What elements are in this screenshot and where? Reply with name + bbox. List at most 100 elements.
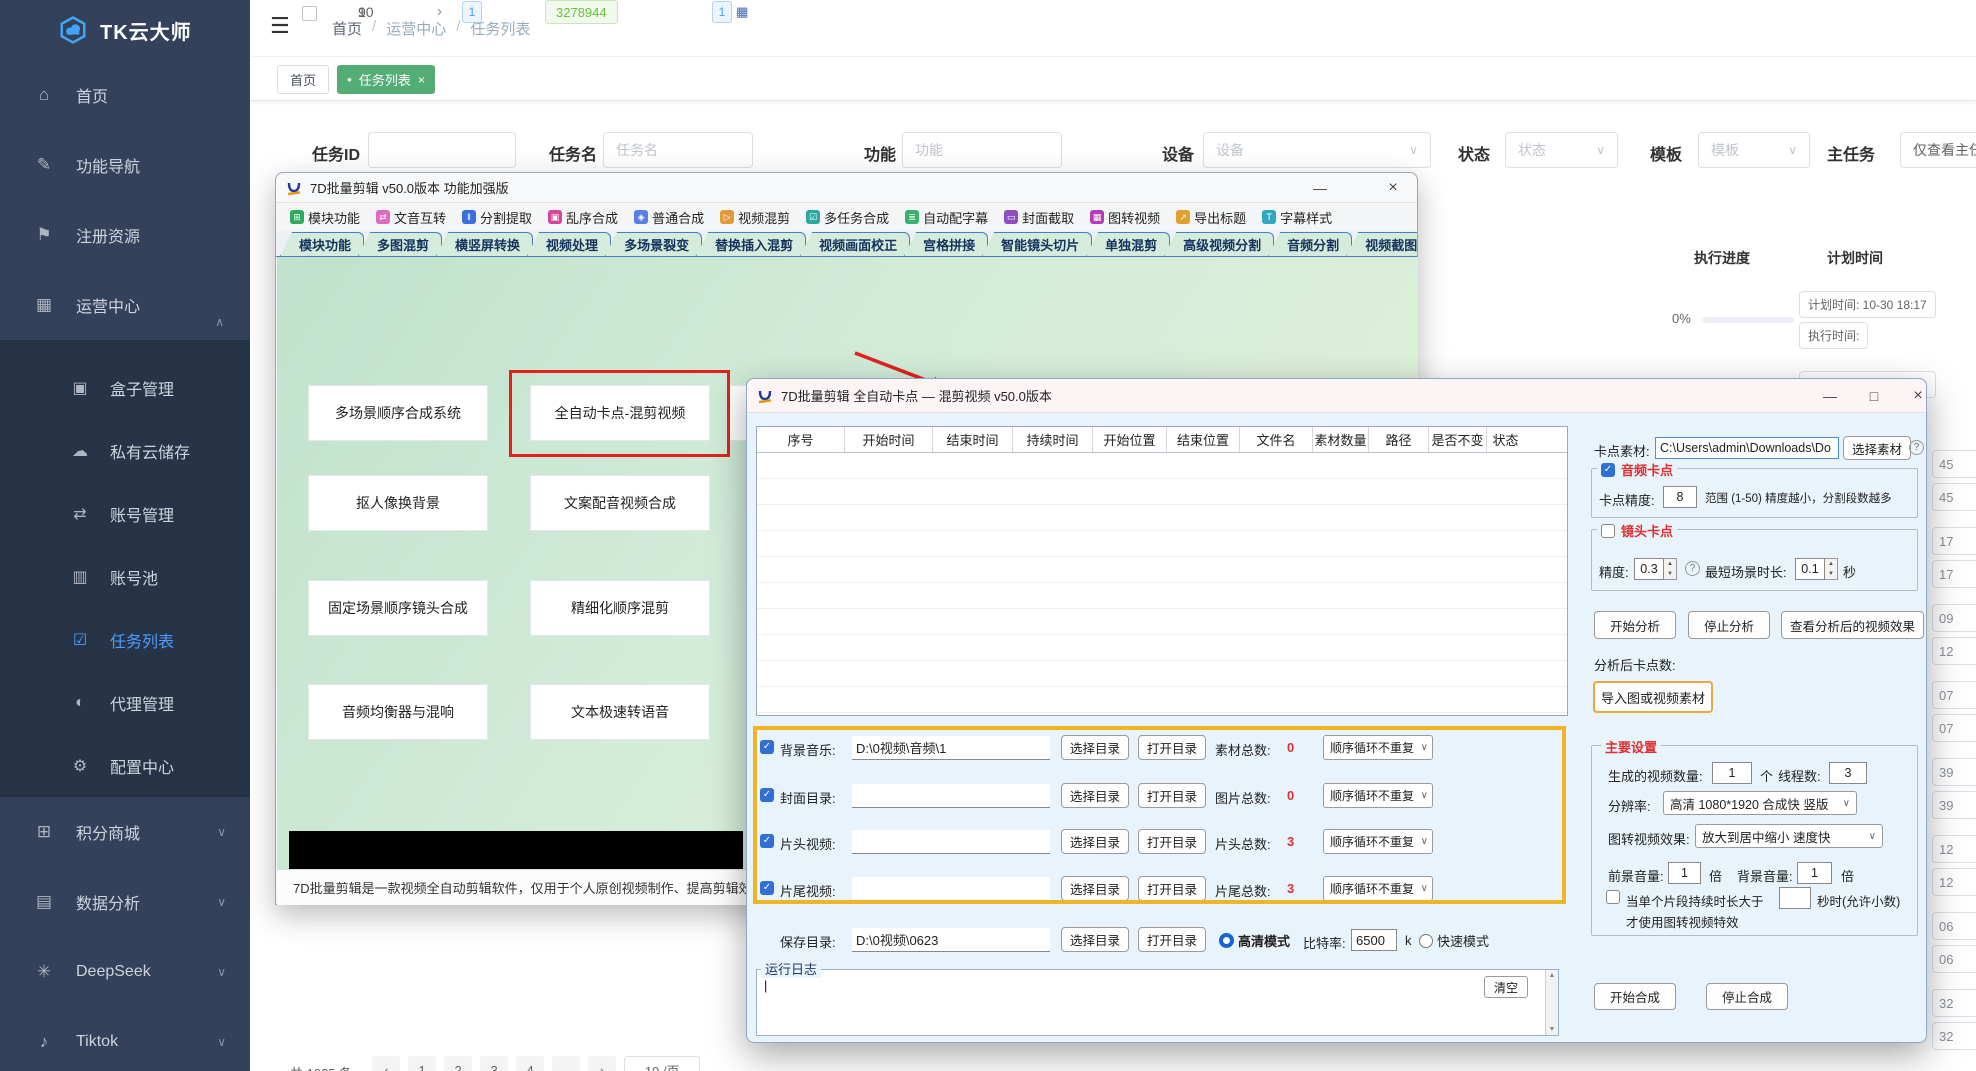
toolbar-item[interactable]: ◈ 普通合成 bbox=[628, 205, 710, 230]
module-tab[interactable]: 视频处理 bbox=[527, 232, 611, 256]
module-tab[interactable]: 视频画面校正 bbox=[800, 232, 910, 256]
pagination-next[interactable]: › bbox=[588, 1056, 616, 1071]
shot-beat-checkbox[interactable] bbox=[1601, 524, 1615, 538]
choose-directory-button[interactable]: 选择目录 bbox=[1061, 829, 1129, 854]
pagination-page[interactable]: 3 bbox=[480, 1056, 508, 1071]
loop-mode-select[interactable]: 顺序循环不重复 ∨ bbox=[1323, 735, 1433, 760]
beat-precision-input[interactable] bbox=[1663, 486, 1697, 508]
toolbar-item[interactable]: ▭ 封面截取 bbox=[998, 205, 1080, 230]
row-enable-checkbox[interactable]: ✓ bbox=[760, 834, 774, 848]
row-checkbox[interactable] bbox=[302, 6, 317, 21]
segments-column-header[interactable]: 路径 bbox=[1369, 427, 1429, 452]
close-button[interactable]: × bbox=[1903, 385, 1933, 407]
toolbar-item[interactable]: ↗ 导出标题 bbox=[1170, 205, 1252, 230]
sidebar-item[interactable]: ⚑ 注册资源 bbox=[0, 200, 250, 270]
loop-mode-select[interactable]: 顺序循环不重复 ∨ bbox=[1323, 783, 1433, 808]
pagination-page-size[interactable]: 10 /页 bbox=[624, 1056, 700, 1071]
toolbar-item[interactable]: ≣ 自动配字幕 bbox=[899, 205, 994, 230]
sidebar-subitem[interactable]: ▣ 盒子管理 bbox=[0, 356, 250, 419]
audio-beat-checkbox[interactable]: ✓ bbox=[1601, 463, 1615, 477]
run-log-box[interactable]: | 清空 ▲▼ bbox=[756, 969, 1559, 1036]
start-merge-button[interactable]: 开始合成 bbox=[1594, 983, 1676, 1010]
minimize-button[interactable]: — bbox=[1815, 385, 1845, 407]
sidebar-subitem[interactable]: ☁ 私有云储存 bbox=[0, 419, 250, 482]
row-enable-checkbox[interactable]: ✓ bbox=[760, 788, 774, 802]
module-button[interactable]: 文案配音视频合成 bbox=[530, 475, 710, 531]
filter-device-select[interactable]: 设备 ∨ bbox=[1203, 132, 1431, 168]
segments-column-header[interactable]: 开始时间 bbox=[845, 427, 933, 452]
row-task-id[interactable]: 3278944 bbox=[545, 0, 618, 24]
module-tab[interactable]: 替换插入混剪 bbox=[696, 232, 806, 256]
sidebar-item[interactable]: ▤ 数据分析 ∨ bbox=[0, 867, 250, 937]
filter-func-input[interactable] bbox=[902, 132, 1062, 168]
video-count-input[interactable] bbox=[1712, 762, 1752, 784]
module-tab[interactable]: 宫格拼接 bbox=[904, 232, 988, 256]
tab-tasklist-active[interactable]: ● 任务列表 × bbox=[337, 65, 435, 94]
hd-mode-radio[interactable]: 高清模式 bbox=[1219, 931, 1290, 950]
window2-titlebar[interactable]: 7D批量剪辑 全自动卡点 — 混剪视频 v50.0版本 — □ × bbox=[747, 379, 1926, 413]
filter-maintask-select[interactable]: 仅查看主任务 bbox=[1900, 132, 1976, 168]
module-tab[interactable]: 智能镜头切片 bbox=[982, 232, 1092, 256]
segments-column-header[interactable]: 序号 bbox=[757, 427, 845, 452]
bg-volume-input[interactable] bbox=[1797, 862, 1832, 884]
toolbar-item[interactable]: ☑ 多任务合成 bbox=[800, 205, 895, 230]
duration-threshold-input[interactable] bbox=[1779, 887, 1811, 909]
open-directory-button[interactable]: 打开目录 bbox=[1138, 783, 1206, 808]
maximize-button[interactable]: □ bbox=[1859, 385, 1889, 407]
segments-column-header[interactable]: 素材数量 bbox=[1313, 427, 1369, 452]
filter-taskid-input[interactable] bbox=[368, 132, 516, 168]
sidebar-item[interactable]: ✳ DeepSeek ∨ bbox=[0, 937, 250, 1007]
toolbar-item[interactable]: ⇄ 文音互转 bbox=[370, 205, 452, 230]
spinner-control[interactable]: ▲▼ bbox=[1825, 558, 1838, 580]
pagination-ellipsis[interactable]: … bbox=[552, 1056, 580, 1071]
close-button[interactable]: × bbox=[1378, 177, 1408, 199]
choose-directory-button[interactable]: 选择目录 bbox=[1061, 735, 1129, 760]
filter-template-select[interactable]: 模板 ∨ bbox=[1698, 132, 1810, 168]
row-enable-checkbox[interactable]: ✓ bbox=[760, 740, 774, 754]
beat-material-input[interactable] bbox=[1655, 437, 1839, 459]
toolbar-item[interactable]: ▷ 视频混剪 bbox=[714, 205, 796, 230]
loop-mode-select[interactable]: 顺序循环不重复 ∨ bbox=[1323, 829, 1433, 854]
directory-path-input[interactable] bbox=[852, 877, 1050, 901]
segments-column-header[interactable]: 开始位置 bbox=[1093, 427, 1167, 452]
filter-status-select[interactable]: 状态 ∨ bbox=[1505, 132, 1618, 168]
toolbar-item[interactable]: T 字幕样式 bbox=[1256, 205, 1338, 230]
sidebar-subitem[interactable]: ⚙ 配置中心 bbox=[0, 734, 250, 797]
filter-taskname-input[interactable] bbox=[603, 132, 753, 168]
logo[interactable]: TK云大师 bbox=[0, 0, 250, 60]
toolbar-item[interactable]: ⊞ 模块功能 bbox=[284, 205, 366, 230]
sidebar-item[interactable]: ⌂ 首页 bbox=[0, 60, 250, 130]
fg-volume-input[interactable] bbox=[1668, 862, 1701, 884]
sidebar-item[interactable]: ♪ Tiktok ∨ bbox=[0, 1007, 250, 1071]
open-directory-button[interactable]: 打开目录 bbox=[1138, 829, 1206, 854]
directory-path-input[interactable] bbox=[852, 736, 1050, 760]
log-scrollbar[interactable]: ▲▼ bbox=[1545, 970, 1558, 1035]
sidebar-item[interactable]: ⊞ 积分商城 ∨ bbox=[0, 797, 250, 867]
chevron-up-icon[interactable]: ∧ bbox=[215, 315, 224, 329]
module-tab[interactable]: 多图混剪 bbox=[358, 232, 442, 256]
pagination-page[interactable]: 2 bbox=[444, 1056, 472, 1071]
window1-titlebar[interactable]: 7D批量剪辑 v50.0版本 功能加强版 — × bbox=[276, 173, 1417, 203]
module-tab[interactable]: 高级视频分割 bbox=[1164, 232, 1274, 256]
view-analyzed-button[interactable]: 查看分析后的视频效果 bbox=[1781, 611, 1924, 639]
pagination-page[interactable]: 4 bbox=[516, 1056, 544, 1071]
img2video-effect-select[interactable]: 放大到居中缩小 速度快 ∨ bbox=[1695, 824, 1883, 848]
choose-directory-button[interactable]: 选择目录 bbox=[1061, 927, 1129, 952]
help-icon[interactable]: ? bbox=[1909, 440, 1924, 455]
module-button[interactable]: 精细化顺序混剪 bbox=[530, 580, 710, 636]
minimize-button[interactable]: — bbox=[1305, 177, 1335, 199]
segments-column-header[interactable]: 结束位置 bbox=[1167, 427, 1240, 452]
sidebar-item[interactable]: ▦ 运营中心 bbox=[0, 270, 250, 340]
sidebar-subitem[interactable]: ◐ 代理管理 bbox=[0, 671, 250, 734]
threads-input[interactable] bbox=[1829, 762, 1867, 784]
segments-column-header[interactable]: 状态 bbox=[1487, 427, 1524, 452]
pagination-prev[interactable]: ‹ bbox=[372, 1056, 400, 1071]
pagination-page[interactable]: 1 bbox=[408, 1056, 436, 1071]
toolbar-item[interactable]: ▦ 图转视频 bbox=[1084, 205, 1166, 230]
open-directory-button[interactable]: 打开目录 bbox=[1138, 876, 1206, 901]
open-directory-button[interactable]: 打开目录 bbox=[1138, 735, 1206, 760]
open-directory-button[interactable]: 打开目录 bbox=[1138, 927, 1206, 952]
sidebar-subitem[interactable]: ⇄ 账号管理 bbox=[0, 482, 250, 545]
resolution-select[interactable]: 高清 1080*1920 合成快 竖版 ∨ bbox=[1663, 791, 1857, 815]
module-tab[interactable]: 横竖屏转换 bbox=[436, 232, 533, 256]
